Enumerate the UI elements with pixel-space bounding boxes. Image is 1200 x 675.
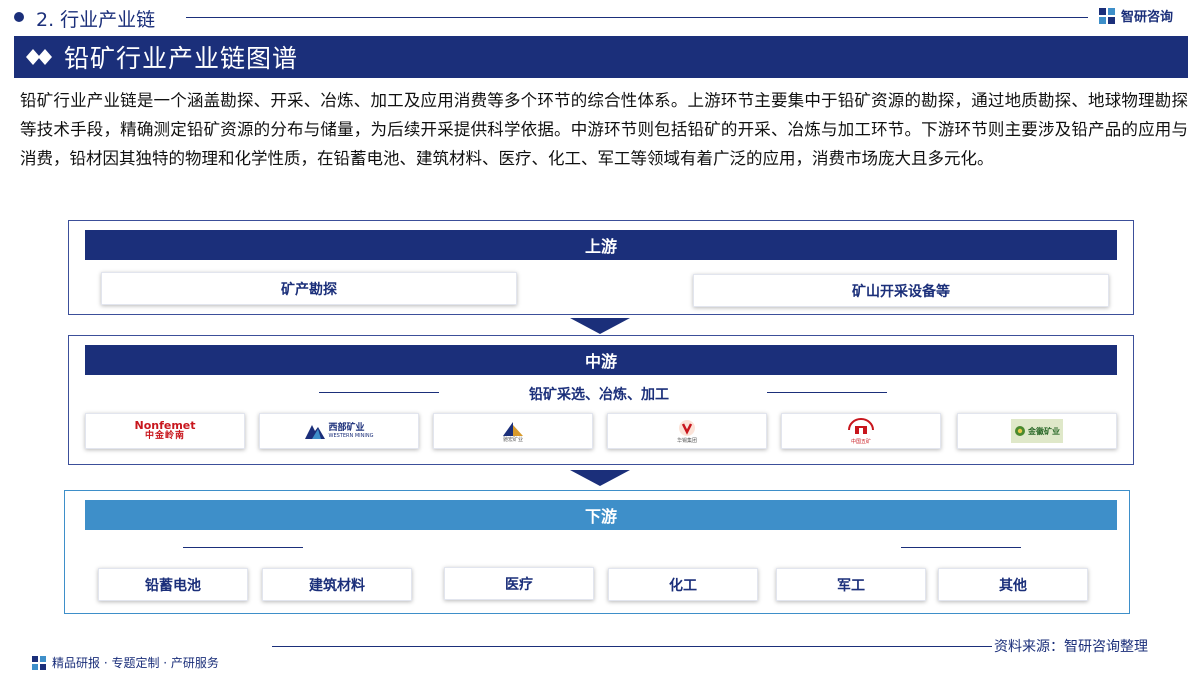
downstream-section: 下游 铅蓄电池 建筑材料 医疗 化工 军工 其他: [64, 490, 1130, 614]
nonfemet-cn: 中金岭南: [144, 431, 185, 441]
brand-name: 智研咨询: [1121, 10, 1174, 25]
western-mining-cn: 西部矿业: [328, 423, 365, 433]
emblem-logo-icon: [848, 417, 874, 434]
logo-company-3: 驰宏矿业: [433, 413, 593, 449]
down-arrow-icon: [570, 470, 630, 486]
down-arrow-icon: [570, 318, 630, 334]
logo-company-4: 华锡集团: [607, 413, 767, 449]
intro-paragraph: 铅矿行业产业链是一个涵盖勘探、开采、冶炼、加工及应用消费等多个环节的综合性体系。…: [20, 91, 1188, 168]
logo-western-mining: 西部矿业 WESTERN MINING: [259, 413, 419, 449]
page-title: 铅矿行业产业链图谱: [64, 44, 299, 73]
mountain-logo-icon: [503, 421, 523, 436]
upstream-item: 矿山开采设备等: [693, 274, 1109, 307]
western-mining-mark-icon: [304, 425, 325, 439]
data-source: 资料来源：智研咨询整理: [994, 639, 1148, 655]
nonfemet-en: Nonfemet: [134, 419, 196, 432]
western-mining-en: WESTERN MINING: [328, 433, 374, 439]
brand-logo-icon: [1099, 7, 1115, 24]
midstream-title: 中游: [85, 345, 1117, 375]
round-logo-icon: [679, 419, 695, 436]
downstream-item: 化工: [608, 568, 758, 601]
subtitle-line-left: [319, 392, 439, 393]
footer-tagline: 精品研报 · 专题定制 · 产研服务: [52, 656, 219, 670]
downstream-item: 铅蓄电池: [98, 568, 248, 601]
midstream-section: 中游 铅矿采选、冶炼、加工 Nonfemet 中金岭南 西部矿业 WESTERN…: [68, 335, 1134, 465]
logo-nonfemet: Nonfemet 中金岭南: [85, 413, 245, 449]
jinhui-cn: 金徽矿业: [1028, 426, 1060, 436]
logo-3-caption: 驰宏矿业: [502, 436, 523, 443]
top-header: 2. 行业产业链 智研咨询: [0, 0, 1200, 34]
downstream-item: 其他: [938, 568, 1088, 601]
footer-divider: [272, 646, 992, 647]
logo-jinhui-mining: 金徽矿业: [957, 413, 1117, 449]
jinhui-badge: 金徽矿业: [1011, 419, 1063, 443]
upstream-item: 矿产勘探: [101, 272, 517, 305]
down-line-right: [901, 547, 1021, 548]
diamond-icon: [26, 49, 52, 65]
jinhui-mark-icon: [1015, 426, 1025, 436]
page-banner: 铅矿行业产业链图谱: [14, 36, 1188, 78]
downstream-title: 下游: [85, 500, 1117, 530]
downstream-item: 医疗: [444, 567, 594, 600]
upstream-title: 上游: [85, 230, 1117, 260]
footer-logo-icon: [32, 655, 46, 670]
logo-4-caption: 华锡集团: [676, 437, 697, 444]
midstream-subtitle: 铅矿采选、冶炼、加工: [529, 387, 669, 403]
downstream-item: 军工: [776, 568, 926, 601]
footer: 精品研报 · 专题定制 · 产研服务: [32, 654, 219, 671]
logo-company-5: 中国五矿: [781, 413, 941, 449]
section-title: 2. 行业产业链: [36, 9, 156, 31]
header-divider: [186, 17, 1088, 18]
downstream-item: 建筑材料: [262, 568, 412, 601]
bullet-dot: [14, 12, 24, 22]
logo-5-caption: 中国五矿: [850, 438, 871, 445]
upstream-section: 上游 矿产勘探 矿山开采设备等: [68, 220, 1134, 315]
brand: 智研咨询: [1098, 6, 1173, 25]
down-line-left: [183, 547, 303, 548]
subtitle-line-right: [767, 392, 887, 393]
